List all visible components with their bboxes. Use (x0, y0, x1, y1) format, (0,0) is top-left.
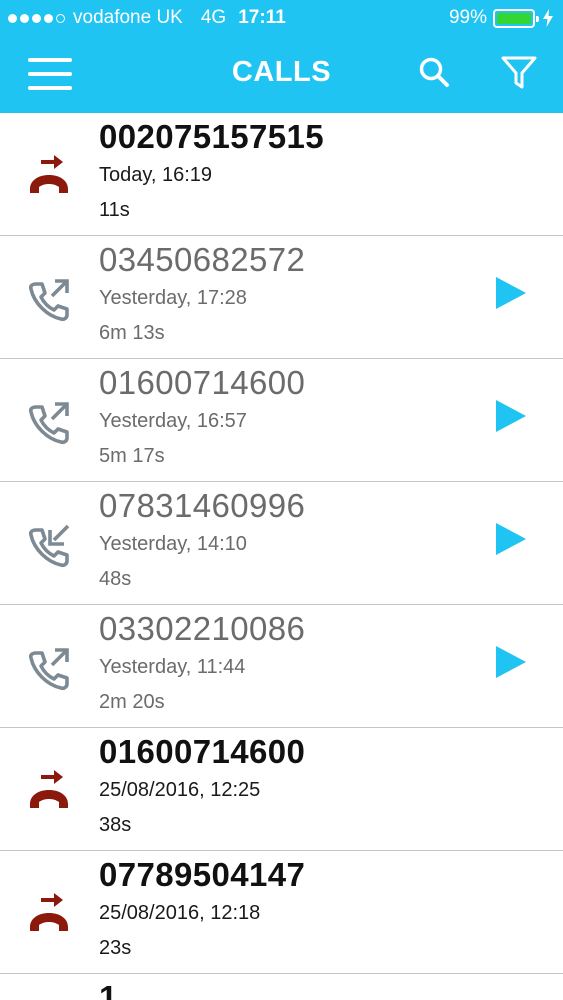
filter-funnel-icon[interactable] (500, 54, 538, 92)
play-recording-icon[interactable] (494, 275, 528, 311)
call-list: 002075157515 Today, 16:19 11s 03450682572 Ye… (0, 113, 563, 1000)
call-row[interactable]: 03450682572 Yesterday, 17:28 6m 13s (0, 236, 563, 359)
outgoing-call-icon (26, 276, 72, 322)
call-datetime: Yesterday, 17:28 (99, 287, 247, 309)
carrier-name: vodafone UK (73, 7, 183, 28)
network-type: 4G (200, 7, 227, 28)
call-duration: 23s (99, 937, 132, 959)
call-number: 01600714600 (99, 364, 306, 401)
call-datetime: Yesterday, 11:44 (99, 656, 246, 678)
page-title: CALLS (231, 56, 332, 88)
call-row[interactable]: 07789504147 25/08/2016, 12:18 23s (0, 851, 563, 974)
call-duration: 5m 17s (99, 445, 165, 467)
search-icon[interactable] (418, 56, 452, 90)
call-duration: 48s (99, 568, 132, 590)
call-number: 07831460996 (99, 487, 306, 524)
call-duration: 38s (99, 814, 132, 836)
app-header: vodafone UK 4G 17:11 99% CALLS (0, 0, 563, 113)
unanswered-outgoing-call-icon (26, 768, 72, 814)
play-recording-icon[interactable] (494, 398, 528, 434)
call-row[interactable]: 03302210086 Yesterday, 11:44 2m 20s (0, 605, 563, 728)
call-duration: 11s (99, 199, 130, 221)
call-datetime: Yesterday, 14:10 (99, 533, 247, 555)
battery-icon (493, 8, 539, 28)
call-number: 1 (99, 979, 118, 1000)
call-number: 03450682572 (99, 241, 306, 278)
call-row[interactable]: 002075157515 Today, 16:19 11s (0, 113, 563, 236)
unanswered-outgoing-call-icon (26, 891, 72, 937)
call-row[interactable]: 01600714600 25/08/2016, 12:25 38s (0, 728, 563, 851)
play-recording-icon[interactable] (494, 644, 528, 680)
charging-icon (543, 9, 553, 27)
play-recording-icon[interactable] (494, 521, 528, 557)
status-bar: vodafone UK 4G 17:11 99% (0, 0, 563, 36)
unanswered-outgoing-call-icon (26, 153, 72, 199)
battery-percent: 99% (448, 7, 487, 28)
call-number: 01600714600 (99, 733, 306, 770)
call-datetime: Today, 16:19 (99, 164, 213, 186)
call-row[interactable]: 07831460996 Yesterday, 14:10 48s (0, 482, 563, 605)
call-datetime: 25/08/2016, 12:18 (99, 902, 261, 924)
nav-bar: CALLS (0, 36, 563, 113)
call-datetime: 25/08/2016, 12:25 (99, 779, 261, 801)
call-row[interactable]: 1 (0, 974, 563, 1000)
outgoing-call-icon (26, 399, 72, 445)
outgoing-call-icon (26, 645, 72, 691)
call-number: 03302210086 (99, 610, 306, 647)
call-row[interactable]: 01600714600 Yesterday, 16:57 5m 17s (0, 359, 563, 482)
call-duration: 6m 13s (99, 322, 165, 344)
status-time: 17:11 (238, 7, 286, 28)
incoming-call-icon (26, 522, 72, 568)
signal-strength-icon (8, 13, 65, 23)
call-duration: 2m 20s (99, 691, 165, 713)
call-number: 07789504147 (99, 856, 306, 893)
call-datetime: Yesterday, 16:57 (99, 410, 247, 432)
call-number: 002075157515 (99, 118, 325, 155)
